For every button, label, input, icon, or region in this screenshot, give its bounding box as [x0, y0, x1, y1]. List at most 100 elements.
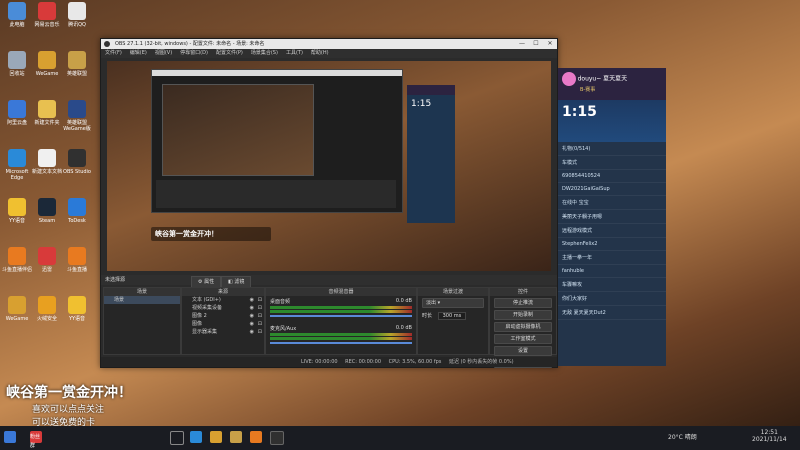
app-icon	[68, 2, 86, 20]
no-source-label: 未选择源	[105, 277, 126, 283]
volume-meter	[270, 333, 412, 336]
duration-input[interactable]: 300 ms	[437, 312, 467, 320]
volume-slider[interactable]	[270, 315, 412, 317]
desktop-icon-label: 回收站	[9, 71, 25, 77]
start-icon[interactable]	[4, 431, 16, 443]
mixer-track-name: 麦克风/Aux	[270, 326, 297, 332]
source-item[interactable]: 图像 ◉ ⊡	[182, 320, 264, 328]
chat-message: 美丽天子躺子用嗯	[558, 210, 666, 224]
app-icon	[38, 247, 56, 265]
visibility-icon[interactable]: ◉	[250, 312, 254, 320]
menu-item[interactable]: 停靠窗口(D)	[180, 49, 208, 58]
visibility-icon[interactable]: ◉	[250, 320, 254, 328]
obs-window[interactable]: OBS 27.1.1 (32-bit, windows) - 配置文件: 未命名…	[100, 38, 558, 368]
desktop-icon-label: ToDesk	[68, 218, 86, 224]
desktop-icon[interactable]: 腾讯QQ	[60, 2, 94, 28]
close-icon[interactable]: ✕	[543, 39, 557, 49]
mixer-dock: 音频混音器 桌面音频 0.0 dB 麦克风/Aux 0.0 dB	[265, 287, 417, 355]
visibility-icon[interactable]: ◉	[250, 296, 254, 304]
desktop-icon[interactable]: 此电脑	[0, 2, 34, 28]
obs-preview[interactable]: 1:15 峡谷第一赏金开冲！	[107, 61, 551, 271]
desktop-icon-label: 英雄联盟WeGame版	[63, 120, 91, 132]
desktop-icon[interactable]: WeGame	[0, 296, 34, 322]
desktop-icon[interactable]: ToDesk	[60, 198, 94, 224]
control-button[interactable]: 设置	[494, 346, 552, 356]
control-button[interactable]: 停止推流	[494, 298, 552, 308]
desktop-icon-label: YY语音	[68, 316, 86, 322]
scene-item[interactable]: 场景	[104, 296, 180, 304]
desktop-icon[interactable]: 回收站	[0, 51, 34, 77]
desktop-icon[interactable]: 新建文件夹	[30, 100, 64, 126]
status-rec: REC: 00:00:00	[345, 359, 382, 365]
desktop-icon[interactable]: YY语音	[60, 296, 94, 322]
control-button[interactable]: 启动虚拟摄像机	[494, 322, 552, 332]
overlay-title: 峡谷第一赏金开冲！	[6, 385, 132, 401]
app-icon	[38, 2, 56, 20]
desktop-icon[interactable]: 阿里云盘	[0, 100, 34, 126]
desktop-icon[interactable]: YY语音	[0, 198, 34, 224]
desktop-icon[interactable]: 火绒安全	[30, 296, 64, 322]
menu-item[interactable]: 工具(T)	[286, 49, 303, 58]
nested-chat: 1:15	[407, 85, 455, 223]
control-button[interactable]: 工作室模式	[494, 334, 552, 344]
lock-icon[interactable]: ⊡	[258, 320, 262, 328]
desktop-icon[interactable]: 斗鱼直播伴侣	[0, 247, 34, 273]
lock-icon[interactable]: ⊡	[258, 304, 262, 312]
desktop-icon[interactable]: WeGame	[30, 51, 64, 77]
douyu-icon[interactable]	[250, 431, 262, 443]
app-icon	[68, 149, 86, 167]
qq-label: 粉丝群	[30, 431, 42, 449]
search-icon[interactable]	[170, 431, 184, 445]
obs-titlebar[interactable]: OBS 27.1.1 (32-bit, windows) - 配置文件: 未命名…	[101, 39, 557, 49]
source-item[interactable]: 视频采集设备 ◉ ⊡	[182, 304, 264, 312]
desktop-icon[interactable]: OBS Studio	[60, 149, 94, 175]
menu-item[interactable]: 场景集合(S)	[251, 49, 278, 58]
visibility-icon[interactable]: ◉	[250, 328, 254, 336]
volume-slider[interactable]	[270, 342, 412, 344]
menu-item[interactable]: 编辑(E)	[130, 49, 147, 58]
lock-icon[interactable]: ⊡	[258, 312, 262, 320]
visibility-icon[interactable]: ◉	[250, 304, 254, 312]
desktop-icon[interactable]: 网易云音乐	[30, 2, 64, 28]
desktop-icon[interactable]: 新建文本文档	[30, 149, 64, 175]
app-icon	[38, 149, 56, 167]
wegame-icon[interactable]	[210, 431, 222, 443]
status-live: LIVE: 00:00:00	[301, 359, 338, 365]
desktop-icon[interactable]: Steam	[30, 198, 64, 224]
obs-taskbar-icon[interactable]	[270, 431, 284, 445]
control-button[interactable]: 开始录制	[494, 310, 552, 320]
lol-icon[interactable]	[230, 431, 242, 443]
weather[interactable]: 20°C 晴朗	[668, 432, 697, 441]
app-icon	[8, 198, 26, 216]
desktop-icon[interactable]: 迅雷	[30, 247, 64, 273]
chat-message: 无敌 夏天夏天Dut2	[558, 306, 666, 320]
lock-icon[interactable]: ⊡	[258, 296, 262, 304]
menu-item[interactable]: 帮助(H)	[311, 49, 329, 58]
desktop-icon[interactable]: 英雄联盟WeGame版	[60, 100, 94, 132]
source-item[interactable]: 显示器采集 ◉ ⊡	[182, 328, 264, 336]
menu-item[interactable]: 文件(F)	[105, 49, 122, 58]
transition-select[interactable]: 淡出 ▾	[422, 298, 484, 308]
mixer-dock-title: 音频混音器	[266, 288, 416, 296]
clock[interactable]: 12:51 2021/11/14	[752, 429, 787, 443]
chat-message: fanhuble	[558, 265, 666, 278]
app-icon	[68, 198, 86, 216]
mixer-track-db: 0.0 dB	[395, 325, 412, 331]
source-item[interactable]: 图像 2 ◉ ⊡	[182, 312, 264, 320]
douyu-chat-panel[interactable]: douyu~ 夏天夏天 B-赛事 1:15 礼物(0/514) 车模式 690854…	[558, 68, 666, 366]
lock-icon[interactable]: ⊡	[258, 328, 262, 336]
desktop-icon[interactable]: 斗鱼直播	[60, 247, 94, 273]
edge-icon[interactable]	[190, 431, 202, 443]
chat-message: 礼物(0/514)	[558, 142, 666, 156]
desktop-icon[interactable]: 英雄联盟	[60, 51, 94, 77]
menu-item[interactable]: 视图(V)	[155, 49, 172, 58]
mixer-track: 麦克风/Aux 0.0 dB	[266, 323, 416, 350]
desktop-icon[interactable]: Microsoft Edge	[0, 149, 34, 181]
room-tag: B-赛事	[580, 87, 596, 93]
source-item[interactable]: 文本 (GDI+) ◉ ⊡	[182, 296, 264, 304]
menu-item[interactable]: 配置文件(P)	[216, 49, 243, 58]
maximize-icon[interactable]: ☐	[529, 39, 543, 49]
minimize-icon[interactable]: —	[515, 39, 529, 49]
desktop-icon-label: 英雄联盟	[66, 71, 87, 77]
app-icon	[8, 296, 26, 314]
